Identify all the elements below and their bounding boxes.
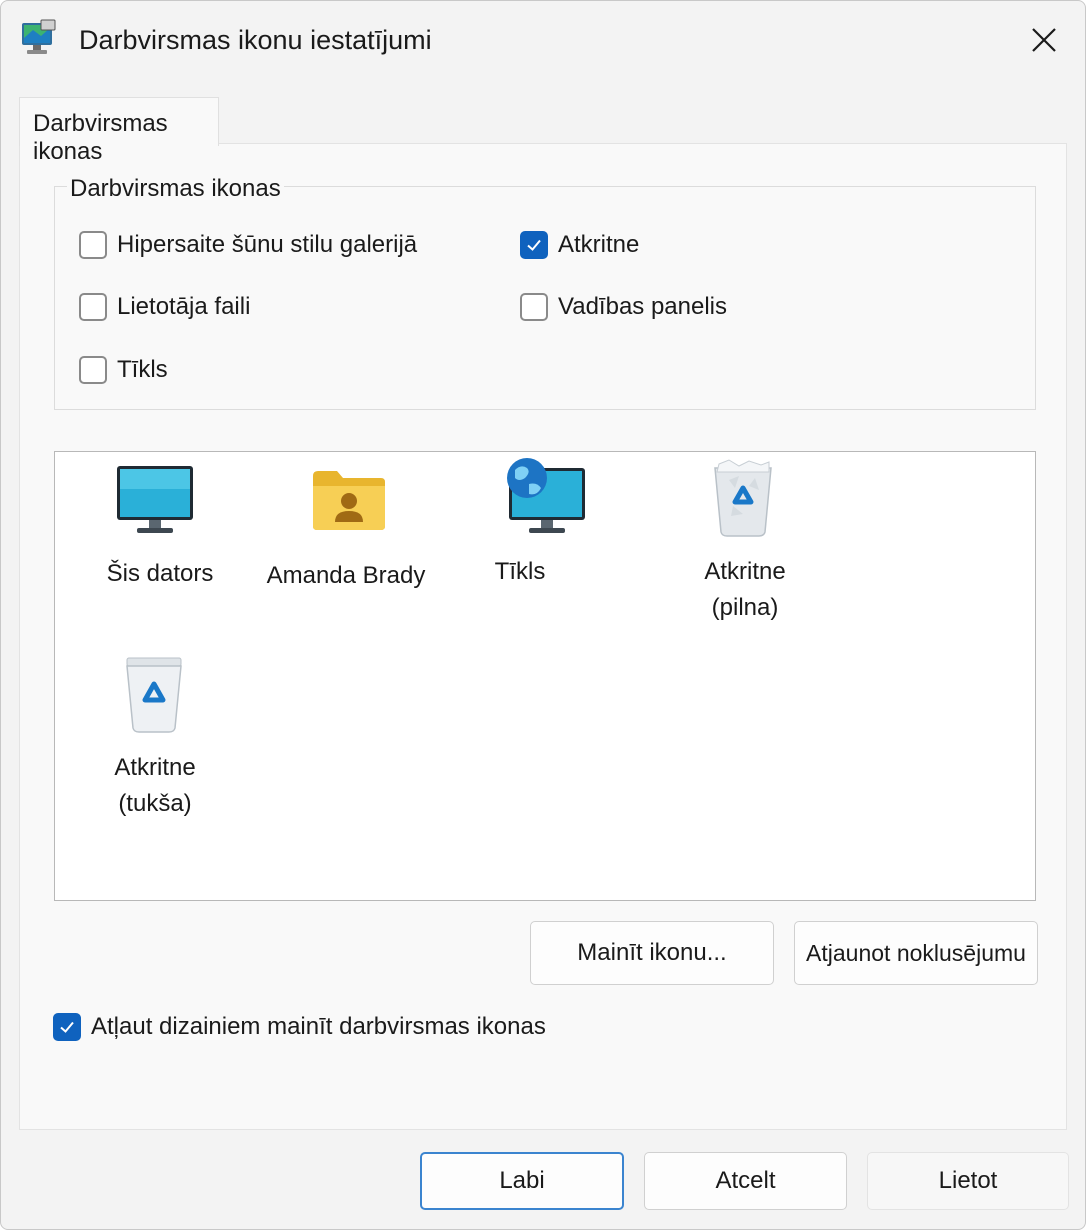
checkbox-label: Atļaut dizainiem mainīt darbvirsmas ikon… (91, 1013, 546, 1040)
change-icon-button[interactable]: Mainīt ikonu... (530, 921, 774, 985)
window-title: Darbvirsmas ikonu iestatījumi (79, 25, 432, 55)
checkbox-box[interactable] (79, 293, 107, 321)
icon-label: Atkritne (704, 558, 786, 585)
checkbox-gallery-hyperlink[interactable]: Hipersaite šūnu stilu galerijā (79, 231, 417, 259)
groupbox-title: Darbvirsmas ikonas (67, 175, 284, 203)
recycle-bin-empty-icon (126, 657, 182, 733)
monitor-icon (117, 466, 193, 533)
restore-default-button[interactable]: Atjaunot noklusējumu (794, 921, 1038, 985)
checkbox-label: Lietotāja faili (117, 293, 251, 320)
checkbox-box[interactable] (79, 356, 107, 384)
desktop-settings-icon (22, 19, 56, 54)
icon-item-recycle-bin-empty[interactable]: Atkritne (tukša) (85, 656, 225, 826)
close-button[interactable] (1017, 17, 1071, 63)
checkbox-box[interactable] (520, 231, 548, 259)
network-globe-monitor-icon (507, 458, 585, 533)
icon-label: Amanda Brady (266, 562, 426, 589)
tab-label: Darbvirsmas ikonas (33, 110, 168, 165)
checkmark-icon (60, 1021, 74, 1033)
checkbox-network[interactable]: Tīkls (79, 356, 168, 384)
checkbox-control-panel[interactable]: Vadības panelis (520, 293, 727, 321)
icon-label: (pilna) (711, 594, 779, 621)
dialog-window: Darbvirsmas ikonu iestatījumi Darbvirsma… (0, 0, 1086, 1230)
cancel-button[interactable]: Atcelt (644, 1152, 847, 1210)
title-bar: Darbvirsmas ikonu iestatījumi (1, 1, 1085, 81)
recycle-bin-full-icon (714, 459, 772, 537)
checkbox-label: Atkritne (558, 231, 640, 258)
tab-desktop-icons[interactable]: Darbvirsmas ikonas (19, 97, 219, 165)
user-folder-icon (313, 471, 385, 530)
close-icon (1032, 28, 1056, 52)
desktop-icon-list: Šis dators Amanda Brady Tīkls Atkritne (… (54, 451, 1036, 901)
desktop-icons-groupbox: Darbvirsmas ikonas Hipersaite šūnu stilu… (54, 175, 1036, 410)
icon-item-recycle-bin-full[interactable]: Atkritne (pilna) (675, 458, 815, 628)
tab-panel: Darbvirsmas ikonas Hipersaite šūnu stilu… (19, 143, 1067, 1130)
ok-button[interactable]: Labi (420, 1152, 624, 1210)
checkbox-box[interactable] (53, 1013, 81, 1041)
icon-item-user-folder[interactable]: Amanda Brady (267, 462, 425, 592)
apply-button[interactable]: Lietot (867, 1152, 1069, 1210)
icon-item-this-pc[interactable]: Šis dators (95, 462, 225, 592)
icon-item-network[interactable]: Tīkls (475, 456, 605, 586)
checkbox-box[interactable] (520, 293, 548, 321)
icon-label: (tukša) (118, 790, 192, 817)
checkbox-label: Tīkls (117, 356, 168, 383)
checkbox-allow-themes[interactable]: Atļaut dizainiem mainīt darbvirsmas ikon… (53, 1013, 546, 1041)
checkbox-recycle-bin[interactable]: Atkritne (520, 231, 639, 259)
checkbox-box[interactable] (79, 231, 107, 259)
checkbox-label: Hipersaite šūnu stilu galerijā (117, 231, 418, 258)
checkmark-icon (527, 239, 541, 251)
icon-label: Tīkls (494, 558, 546, 585)
checkbox-label: Vadības panelis (558, 293, 728, 320)
icon-label: Atkritne (114, 754, 196, 781)
icon-label: Šis dators (106, 560, 214, 587)
checkbox-user-files[interactable]: Lietotāja faili (79, 293, 250, 321)
